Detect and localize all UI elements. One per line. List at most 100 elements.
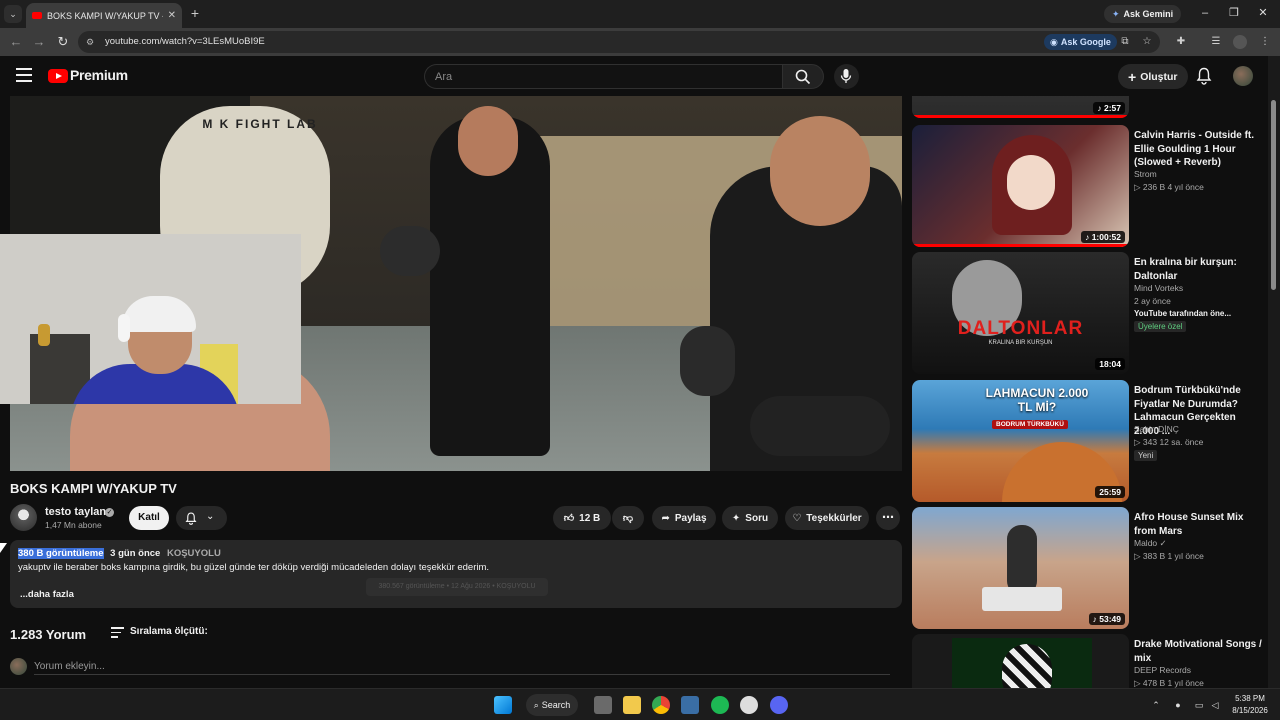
video-thumbnail[interactable]: ♪ 53:49 bbox=[912, 507, 1129, 629]
chrome-icon[interactable] bbox=[652, 696, 670, 714]
webcam-overlay bbox=[0, 234, 301, 404]
taskbar-search-button[interactable]: ⌕ Search bbox=[526, 694, 578, 716]
show-more-link[interactable]: ...daha fazla bbox=[20, 589, 74, 600]
network-icon[interactable]: ▭ bbox=[1193, 699, 1205, 711]
sort-icon[interactable] bbox=[111, 627, 124, 638]
browser-toolbar: ← → ↻ ⚙ youtube.com/watch?v=3LEsMUoBI9E … bbox=[0, 28, 1280, 56]
install-app-icon[interactable]: ⧉ bbox=[1118, 35, 1132, 49]
store-icon[interactable] bbox=[681, 696, 699, 714]
video-thumbnail[interactable]: ♪ 2:57 bbox=[912, 96, 1129, 118]
recommendation-title[interactable]: Afro House Sunset Mix from Mars bbox=[1134, 511, 1262, 538]
ask-google-button[interactable]: ◉ Ask Google bbox=[1044, 34, 1117, 50]
guide-menu-icon[interactable] bbox=[16, 68, 32, 82]
recommendation-card[interactable]: ♪ 53:49 Afro House Sunset Mix from Mars … bbox=[912, 507, 1268, 629]
create-button[interactable]: + Oluştur bbox=[1118, 64, 1188, 89]
reading-list-icon[interactable]: ☰ bbox=[1209, 35, 1223, 49]
tab-search-button[interactable]: ⌄ bbox=[4, 5, 22, 23]
profile-icon[interactable] bbox=[1233, 35, 1247, 49]
more-actions-button[interactable]: ⋯ bbox=[876, 506, 900, 530]
ask-gemini-button[interactable]: ✦ Ask Gemini bbox=[1104, 5, 1182, 23]
new-tab-button[interactable]: + bbox=[188, 5, 202, 21]
restore-icon[interactable]: ❐ bbox=[1227, 6, 1241, 20]
verified-badge-icon: ✓ bbox=[105, 508, 114, 517]
recommendation-card[interactable]: ♪ 2:57 bbox=[912, 96, 1268, 118]
comment-input[interactable] bbox=[34, 659, 890, 675]
browser-tab[interactable]: BOKS KAMPI W/YAKUP TV - YouTube ✕ bbox=[26, 3, 182, 28]
task-view-icon[interactable] bbox=[594, 696, 612, 714]
video-thumbnail[interactable]: ♪ 1:00:52 bbox=[912, 125, 1129, 247]
checkered-cap bbox=[1002, 644, 1052, 688]
dislike-button[interactable]: 👎︎ bbox=[612, 506, 644, 530]
youtube-logo-icon[interactable] bbox=[48, 69, 68, 83]
close-window-icon[interactable]: ✕ bbox=[1256, 6, 1270, 20]
voice-search-button[interactable] bbox=[834, 64, 859, 89]
video-thumbnail[interactable]: DALTONLAR KRALINA BIR KURŞUN 18:04 bbox=[912, 252, 1129, 374]
spotify-icon[interactable] bbox=[711, 696, 729, 714]
search-icon: ⌕ bbox=[533, 699, 539, 710]
address-bar[interactable]: ⚙ youtube.com/watch?v=3LEsMUoBI9E ◉ Ask … bbox=[78, 31, 1160, 53]
browser-menu-icon[interactable]: ⋮ bbox=[1258, 35, 1272, 49]
search-input[interactable] bbox=[435, 70, 755, 84]
thanks-button[interactable]: ♡ Teşekkürler bbox=[785, 506, 869, 530]
sort-by-button[interactable]: Sıralama ölçütü: bbox=[130, 626, 208, 637]
recommendation-title[interactable]: Drake Motivational Songs / mix bbox=[1134, 638, 1262, 665]
subscription-bell-button[interactable]: ⌄ bbox=[176, 506, 227, 530]
chevron-down-icon: ⌄ bbox=[206, 511, 215, 522]
location-tag[interactable]: KOŞUYOLU bbox=[167, 548, 221, 559]
like-button[interactable]: 👍︎ 12 B bbox=[553, 506, 611, 530]
channel-avatar[interactable] bbox=[10, 504, 37, 531]
scene-boxer-right-head bbox=[770, 116, 870, 226]
video-thumbnail[interactable] bbox=[912, 634, 1129, 688]
recommendation-channel[interactable]: Maldo ✓ bbox=[1134, 538, 1167, 549]
ask-button[interactable]: ✦ Soru bbox=[722, 506, 778, 530]
recommendation-channel[interactable]: Strom bbox=[1134, 169, 1157, 179]
logo-premium-text[interactable]: Premium bbox=[70, 67, 128, 83]
extensions-icon[interactable]: ✚ bbox=[1174, 35, 1188, 49]
share-button[interactable]: ➦ Paylaş bbox=[652, 506, 716, 530]
file-explorer-icon[interactable] bbox=[623, 696, 641, 714]
recommendation-title[interactable]: En kralına bir kurşun: Daltonlar bbox=[1134, 256, 1262, 283]
site-info-icon[interactable]: ⚙ bbox=[86, 36, 98, 48]
account-avatar[interactable] bbox=[1233, 66, 1253, 86]
headset-icon bbox=[118, 314, 130, 342]
recommendation-card[interactable]: ♪ 1:00:52 Calvin Harris - Outside ft. El… bbox=[912, 125, 1268, 247]
channel-name[interactable]: testo taylan bbox=[45, 506, 106, 518]
app-icon[interactable] bbox=[740, 696, 758, 714]
watch-progress bbox=[912, 115, 1129, 118]
discord-icon[interactable] bbox=[770, 696, 788, 714]
taskbar-clock[interactable]: 5:38 PM 8/15/2026 bbox=[1224, 693, 1276, 717]
comments-count: 1.283 Yorum bbox=[10, 627, 87, 642]
video-thumbnail[interactable]: LAHMACUN 2.000 TL Mİ? BODRUM TÜRKBÜKÜ 25… bbox=[912, 380, 1129, 502]
recommendation-title[interactable]: Calvin Harris - Outside ft. Ellie Gouldi… bbox=[1134, 129, 1262, 170]
recommendation-card[interactable]: DALTONLAR KRALINA BIR KURŞUN 18:04 En kr… bbox=[912, 252, 1268, 374]
windows-start-icon[interactable] bbox=[494, 696, 512, 714]
thumbnail-title-text: DALTONLAR bbox=[957, 318, 1084, 339]
microphone-tray-icon[interactable]: ● bbox=[1172, 699, 1184, 711]
recommendation-card[interactable]: Drake Motivational Songs / mix DEEP Reco… bbox=[912, 634, 1268, 688]
recommendation-channel[interactable]: Şahin DİNÇ bbox=[1134, 424, 1179, 434]
description-meta: 380 B görüntüleme 3 gün önce KOŞUYOLU bbox=[18, 548, 221, 559]
recommendation-channel[interactable]: Mind Vorteks bbox=[1134, 283, 1183, 293]
upload-age: 3 gün önce bbox=[110, 548, 161, 559]
join-button[interactable]: Katıl bbox=[129, 506, 169, 530]
bookmark-star-icon[interactable]: ☆ bbox=[1140, 35, 1154, 49]
notifications-bell-icon[interactable] bbox=[1196, 67, 1212, 85]
recommendation-card[interactable]: LAHMACUN 2.000 TL Mİ? BODRUM TÜRKBÜKÜ 25… bbox=[912, 380, 1268, 502]
volume-icon[interactable]: ◁ bbox=[1209, 699, 1221, 711]
forward-icon[interactable]: → bbox=[31, 34, 47, 50]
scene-boxer-head bbox=[458, 106, 518, 176]
reload-icon[interactable]: ↻ bbox=[55, 34, 71, 50]
thumbnail-title-text: LAHMACUN 2.000 TL Mİ? bbox=[985, 386, 1089, 414]
like-count: 12 B bbox=[579, 512, 601, 524]
recommendation-channel[interactable]: DEEP Records bbox=[1134, 665, 1191, 675]
description-box[interactable]: 380 B görüntüleme 3 gün önce KOŞUYOLU ya… bbox=[10, 540, 902, 608]
back-icon[interactable]: ← bbox=[8, 34, 24, 50]
scrollbar-thumb[interactable] bbox=[1271, 100, 1276, 290]
minimize-icon[interactable]: – bbox=[1198, 6, 1212, 20]
tab-close-icon[interactable]: ✕ bbox=[168, 10, 176, 21]
my-avatar bbox=[10, 658, 27, 675]
page-scrollbar[interactable] bbox=[1268, 56, 1280, 688]
tray-chevron-icon[interactable]: ⌃ bbox=[1150, 699, 1162, 711]
search-button[interactable] bbox=[782, 64, 824, 89]
watch-progress bbox=[912, 244, 1129, 247]
